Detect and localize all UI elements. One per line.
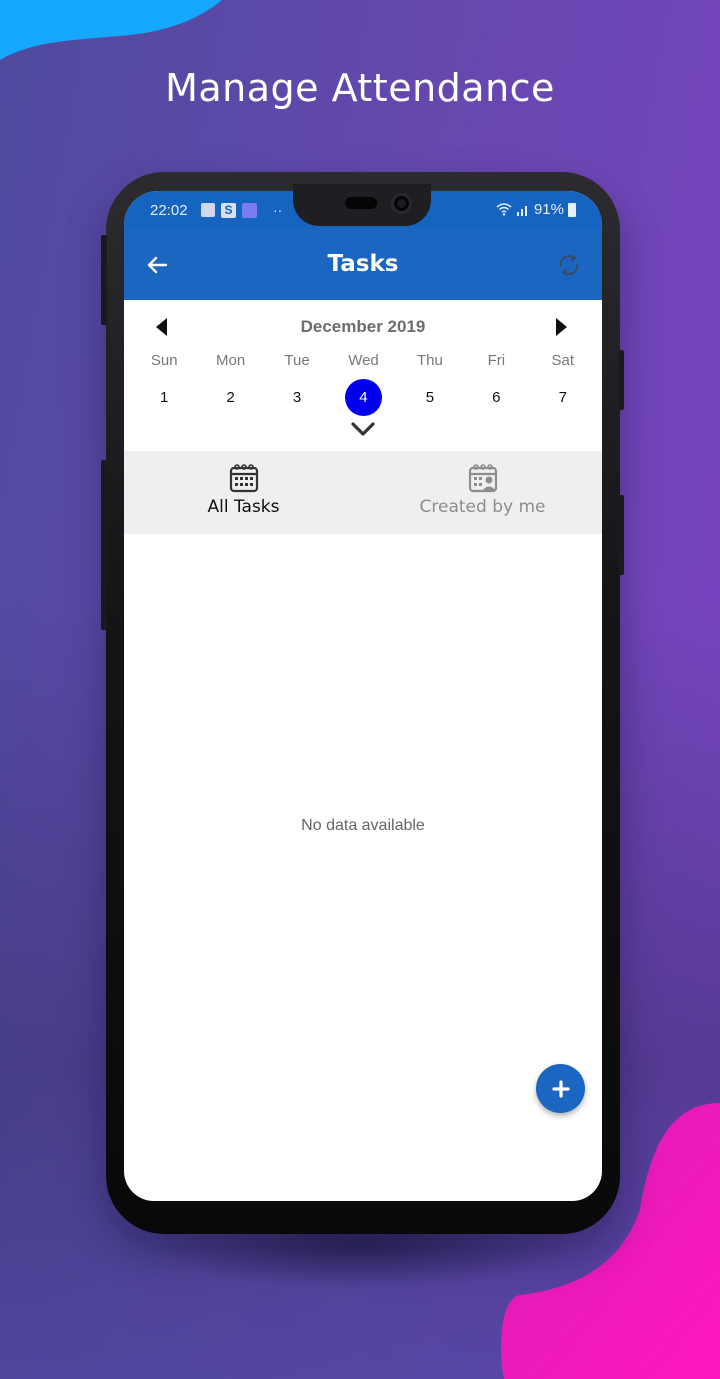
tab-label: Created by me xyxy=(419,497,546,517)
calendar-icon xyxy=(229,464,258,493)
day-cell[interactable]: 5 xyxy=(397,379,463,416)
day-number: 4 xyxy=(344,379,382,416)
weekday-label: Sun xyxy=(150,352,178,369)
refresh-button[interactable] xyxy=(556,251,582,279)
day-cell[interactable]: 2 xyxy=(197,379,263,416)
weekday-header: Sun Mon Tue Wed Thu Fri Sat xyxy=(131,352,596,369)
app-bar: Tasks xyxy=(124,229,602,300)
weekday-label: Tue xyxy=(284,352,310,369)
day-number: 1 xyxy=(160,389,169,406)
month-label: December 2019 xyxy=(300,317,426,336)
phone-speaker xyxy=(345,197,377,209)
tab-all-tasks[interactable]: All Tasks xyxy=(124,451,363,534)
hero-title: Manage Attendance xyxy=(165,66,555,110)
front-camera xyxy=(391,193,412,214)
day-number: 7 xyxy=(558,389,567,406)
weekday-label: Wed xyxy=(348,352,379,369)
status-time: 22:02 xyxy=(150,202,188,219)
phone-screen: 22:02 S ·· 91% Tasks December 2019 Sun M… xyxy=(124,191,602,1201)
day-number: 5 xyxy=(425,389,435,406)
day-number: 3 xyxy=(292,389,302,406)
day-number: 2 xyxy=(226,389,235,406)
gallery-app-icon xyxy=(242,202,257,218)
weekday-label: Mon xyxy=(216,352,246,369)
day-cell[interactable]: 1 xyxy=(131,379,197,416)
expand-calendar-button[interactable] xyxy=(350,420,376,438)
battery-icon xyxy=(568,202,576,217)
phone-side-button xyxy=(618,350,624,410)
s-app-icon: S xyxy=(221,202,236,218)
phone-side-button xyxy=(101,460,107,630)
notification-icons: S ·· xyxy=(201,202,282,218)
week-calendar: December 2019 Sun Mon Tue Wed Thu Fri Sa… xyxy=(124,300,602,451)
wifi-icon xyxy=(496,203,512,216)
day-number: 6 xyxy=(492,389,501,406)
weekday-label: Sat xyxy=(551,352,574,369)
empty-state-message: No data available xyxy=(301,817,425,834)
tab-created-by-me[interactable]: Created by me xyxy=(363,451,602,534)
next-month-button[interactable] xyxy=(556,317,572,337)
day-cell-selected[interactable]: 4 xyxy=(330,379,396,416)
day-row: 1 2 3 4 5 6 7 xyxy=(131,379,596,416)
month-navigator: December 2019 xyxy=(124,315,602,339)
task-filter-tabs: All Tasks Created by me xyxy=(124,451,602,534)
day-cell[interactable]: 6 xyxy=(463,379,529,416)
calendar-user-icon xyxy=(468,464,497,493)
multi-window-icon xyxy=(201,203,215,217)
weekday-label: Fri xyxy=(487,352,506,369)
add-task-button[interactable] xyxy=(536,1064,585,1113)
phone-side-button xyxy=(101,235,107,325)
page-title: Tasks xyxy=(327,251,399,277)
refresh-icon xyxy=(559,254,579,276)
phone-side-button xyxy=(618,495,624,575)
chevron-down-icon xyxy=(351,422,375,436)
caret-right-icon xyxy=(556,318,567,336)
day-cell[interactable]: 3 xyxy=(264,379,330,416)
battery-percent: 91% xyxy=(533,201,564,218)
day-cell[interactable]: 7 xyxy=(530,379,596,416)
decorative-blob-top xyxy=(0,0,222,60)
weekday-label: Thu xyxy=(416,352,443,369)
tab-label: All Tasks xyxy=(207,497,280,517)
plus-icon xyxy=(551,1079,570,1098)
signal-icon xyxy=(516,206,527,216)
system-status-icons: 91% xyxy=(496,201,576,218)
more-dots-icon: ·· xyxy=(273,202,283,218)
